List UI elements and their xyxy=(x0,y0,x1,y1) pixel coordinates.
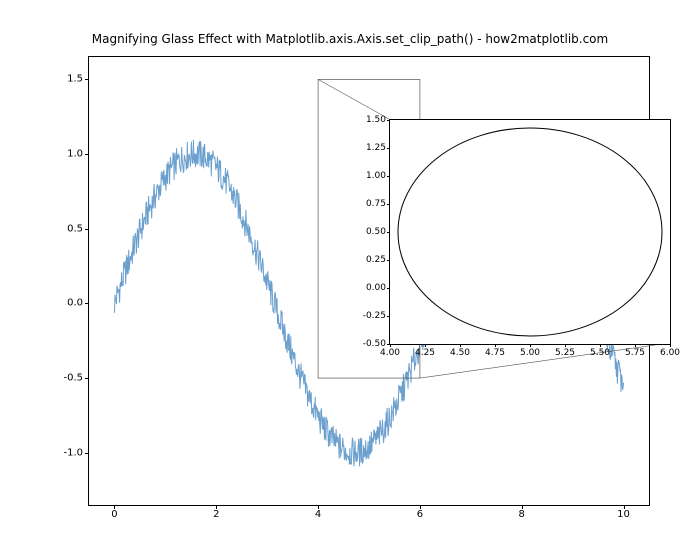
inset-xtick-label: 5.75 xyxy=(625,348,645,358)
inset-xtick-mark xyxy=(600,344,601,347)
xtick-label: 8 xyxy=(519,509,525,520)
inset-xtick-label: 5.00 xyxy=(520,348,540,358)
ytick-mark xyxy=(85,229,89,230)
inset-xtick-mark xyxy=(530,344,531,347)
inset-ytick-label: 0.25 xyxy=(354,255,386,265)
inset-ytick-label: 0.75 xyxy=(354,199,386,209)
inset-xtick-mark xyxy=(635,344,636,347)
xtick-label: 0 xyxy=(111,509,117,520)
inset-ytick-label: -0.50 xyxy=(354,339,386,349)
ytick-label: 0.0 xyxy=(43,298,83,309)
inset-xtick-label: 4.25 xyxy=(415,348,435,358)
inset-xtick-label: 5.25 xyxy=(555,348,575,358)
inset-ytick-mark xyxy=(387,148,390,149)
inset-ytick-label: 1.00 xyxy=(354,171,386,181)
ytick-mark xyxy=(85,79,89,80)
inset-ytick-mark xyxy=(387,260,390,261)
inset-connector xyxy=(318,79,389,119)
ytick-mark xyxy=(85,303,89,304)
inset-ytick-label: -0.25 xyxy=(354,311,386,321)
inset-xtick-mark xyxy=(670,344,671,347)
inset-ytick-mark xyxy=(387,316,390,317)
figure: Magnifying Glass Effect with Matplotlib.… xyxy=(0,0,700,560)
inset-ytick-mark xyxy=(387,344,390,345)
inset-ytick-mark xyxy=(387,176,390,177)
inset-xtick-label: 6.00 xyxy=(660,348,680,358)
inset-ytick-mark xyxy=(387,288,390,289)
clip-ellipse-outline xyxy=(398,128,662,336)
ytick-label: 1.5 xyxy=(43,74,83,85)
inset-plot-svg xyxy=(390,120,670,344)
xtick-label: 2 xyxy=(213,509,219,520)
inset-xtick-label: 4.00 xyxy=(380,348,400,358)
ytick-mark xyxy=(85,378,89,379)
inset-xtick-mark xyxy=(565,344,566,347)
inset-ytick-mark xyxy=(387,232,390,233)
inset-xtick-label: 5.50 xyxy=(590,348,610,358)
inset-ytick-mark xyxy=(387,120,390,121)
ytick-label: -0.5 xyxy=(43,373,83,384)
ytick-label: -1.0 xyxy=(43,447,83,458)
inset-ytick-label: 1.25 xyxy=(354,143,386,153)
xtick-label: 6 xyxy=(417,509,423,520)
inset-xtick-mark xyxy=(495,344,496,347)
xtick-label: 10 xyxy=(617,509,630,520)
inset-ytick-label: 1.50 xyxy=(354,115,386,125)
inset-ytick-mark xyxy=(387,204,390,205)
chart-title: Magnifying Glass Effect with Matplotlib.… xyxy=(0,32,700,46)
inset-xtick-mark xyxy=(425,344,426,347)
inset-ytick-label: 0.50 xyxy=(354,227,386,237)
inset-ytick-label: 0.00 xyxy=(354,283,386,293)
xtick-label: 4 xyxy=(315,509,321,520)
ytick-label: 1.0 xyxy=(43,149,83,160)
inset-xtick-mark xyxy=(460,344,461,347)
inset-xtick-mark xyxy=(390,344,391,347)
inset-axes: 4.00 4.25 4.50 4.75 5.00 5.25 5.50 5.75 … xyxy=(389,119,671,345)
main-axes: 0 2 4 6 8 10 -1.0 -0.5 0.0 0.5 1.0 1.5 4… xyxy=(88,56,650,506)
ytick-mark xyxy=(85,154,89,155)
inset-xtick-label: 4.50 xyxy=(450,348,470,358)
ytick-label: 0.5 xyxy=(43,223,83,234)
inset-xtick-label: 4.75 xyxy=(485,348,505,358)
ytick-mark xyxy=(85,453,89,454)
